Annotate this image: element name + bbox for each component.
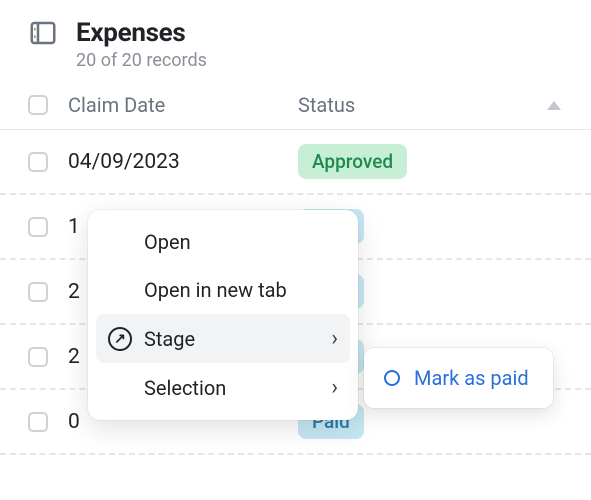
menu-item-open-new-tab[interactable]: Open in new tab — [96, 266, 350, 314]
sort-ascending-icon[interactable] — [547, 101, 561, 110]
menu-item-label: Open in new tab — [144, 278, 287, 302]
menu-item-label: Open — [144, 230, 191, 254]
row-checkbox[interactable] — [28, 347, 48, 367]
table-row[interactable]: 04/09/2023 Approved — [0, 130, 591, 195]
context-menu: Open Open in new tab Stage › Selection › — [88, 210, 358, 420]
cell-claim-date: 04/09/2023 — [68, 150, 298, 174]
page-title: Expenses — [76, 18, 207, 48]
menu-item-selection[interactable]: Selection › — [96, 363, 350, 412]
stage-submenu: Mark as paid — [364, 348, 553, 408]
chevron-right-icon: › — [331, 375, 338, 400]
page-header: Expenses 20 of 20 records — [0, 0, 591, 81]
table-header-row: Claim Date Status — [0, 81, 591, 130]
column-status[interactable]: Status — [298, 93, 355, 117]
row-checkbox[interactable] — [28, 217, 48, 237]
menu-item-stage[interactable]: Stage › — [96, 314, 350, 363]
submenu-item-mark-as-paid[interactable]: Mark as paid — [370, 354, 547, 402]
menu-item-open[interactable]: Open — [96, 218, 350, 266]
row-checkbox[interactable] — [28, 152, 48, 172]
arrow-up-right-circle-icon — [108, 327, 132, 351]
menu-item-label: Selection — [144, 376, 226, 400]
chevron-right-icon: › — [331, 326, 338, 351]
menu-item-label: Stage — [144, 327, 195, 351]
submenu-item-label: Mark as paid — [414, 366, 529, 390]
row-checkbox[interactable] — [28, 412, 48, 432]
select-all-checkbox[interactable] — [28, 95, 48, 115]
status-badge: Approved — [298, 144, 407, 179]
expenses-icon — [28, 18, 58, 48]
column-claim-date[interactable]: Claim Date — [68, 93, 298, 117]
circle-outline-icon — [384, 370, 400, 386]
record-count: 20 of 20 records — [76, 50, 207, 71]
row-checkbox[interactable] — [28, 282, 48, 302]
